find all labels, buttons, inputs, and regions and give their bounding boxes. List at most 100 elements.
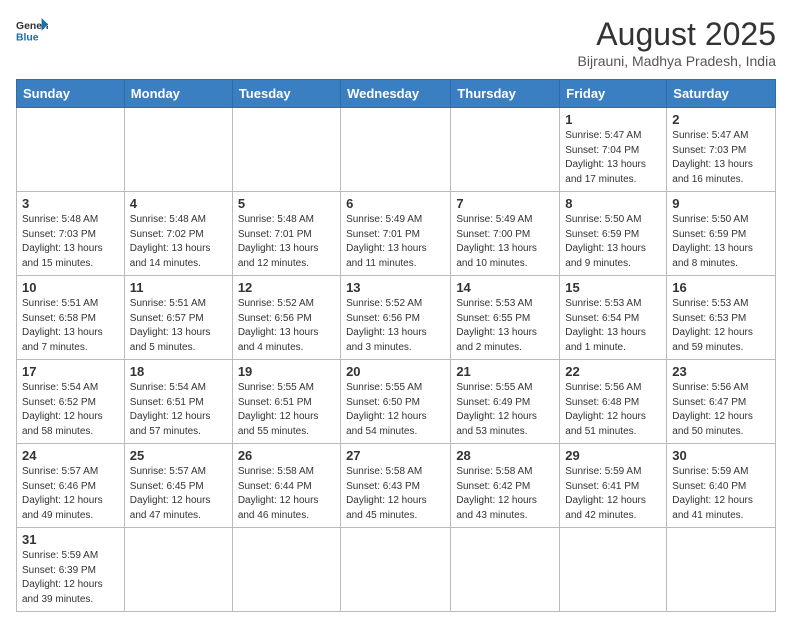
calendar-cell: 26 Sunrise: 5:58 AM Sunset: 6:44 PM Dayli… xyxy=(232,444,340,528)
day-info: Sunrise: 5:57 AM Sunset: 6:45 PM Dayligh… xyxy=(130,465,227,523)
week-row-4: 17 Sunrise: 5:54 AM Sunset: 6:52 PM Dayli… xyxy=(17,360,776,444)
calendar-cell: 1 Sunrise: 5:47 AM Sunset: 7:04 PM Daylig… xyxy=(560,108,667,192)
calendar-cell: 15 Sunrise: 5:53 AM Sunset: 6:54 PM Dayli… xyxy=(560,276,667,360)
calendar-cell: 10 Sunrise: 5:51 AM Sunset: 6:58 PM Dayli… xyxy=(17,276,125,360)
day-info: Sunrise: 5:54 AM Sunset: 6:51 PM Dayligh… xyxy=(130,381,227,439)
calendar-cell xyxy=(124,528,232,612)
day-info: Sunrise: 5:47 AM Sunset: 7:03 PM Dayligh… xyxy=(672,129,770,187)
calendar-cell: 4Sunrise: 5:48 AM Sunset: 7:02 PM Daylig… xyxy=(124,192,232,276)
day-info: Sunrise: 5:53 AM Sunset: 6:55 PM Dayligh… xyxy=(456,297,554,355)
calendar-cell xyxy=(451,528,560,612)
calendar-cell: 21 Sunrise: 5:55 AM Sunset: 6:49 PM Dayli… xyxy=(451,360,560,444)
date-number: 21 xyxy=(456,364,554,379)
day-info: Sunrise: 5:55 AM Sunset: 6:50 PM Dayligh… xyxy=(346,381,445,439)
calendar-cell: 7Sunrise: 5:49 AM Sunset: 7:00 PM Daylig… xyxy=(451,192,560,276)
calendar-cell xyxy=(451,108,560,192)
calendar-cell xyxy=(667,528,776,612)
calendar-cell: 13 Sunrise: 5:52 AM Sunset: 6:56 PM Dayli… xyxy=(341,276,451,360)
calendar-cell: 29 Sunrise: 5:59 AM Sunset: 6:41 PM Dayli… xyxy=(560,444,667,528)
day-info: Sunrise: 5:49 AM Sunset: 7:01 PM Dayligh… xyxy=(346,213,445,271)
date-number: 20 xyxy=(346,364,445,379)
weekday-header-monday: Monday xyxy=(124,80,232,108)
day-info: Sunrise: 5:59 AM Sunset: 6:39 PM Dayligh… xyxy=(22,549,119,607)
day-info: Sunrise: 5:53 AM Sunset: 6:53 PM Dayligh… xyxy=(672,297,770,355)
day-info: Sunrise: 5:54 AM Sunset: 6:52 PM Dayligh… xyxy=(22,381,119,439)
day-info: Sunrise: 5:58 AM Sunset: 6:44 PM Dayligh… xyxy=(238,465,335,523)
weekday-header-wednesday: Wednesday xyxy=(341,80,451,108)
calendar-cell: 27 Sunrise: 5:58 AM Sunset: 6:43 PM Dayli… xyxy=(341,444,451,528)
calendar-cell: 28 Sunrise: 5:58 AM Sunset: 6:42 PM Dayli… xyxy=(451,444,560,528)
day-info: Sunrise: 5:49 AM Sunset: 7:00 PM Dayligh… xyxy=(456,213,554,271)
date-number: 13 xyxy=(346,280,445,295)
date-number: 5 xyxy=(238,196,335,211)
day-info: Sunrise: 5:52 AM Sunset: 6:56 PM Dayligh… xyxy=(238,297,335,355)
calendar-cell: 6Sunrise: 5:49 AM Sunset: 7:01 PM Daylig… xyxy=(341,192,451,276)
calendar-cell: 19Sunrise: 5:55 AM Sunset: 6:51 PM Dayli… xyxy=(232,360,340,444)
calendar-cell xyxy=(560,528,667,612)
calendar-cell: 16 Sunrise: 5:53 AM Sunset: 6:53 PM Dayli… xyxy=(667,276,776,360)
calendar-cell: 14Sunrise: 5:53 AM Sunset: 6:55 PM Dayli… xyxy=(451,276,560,360)
day-info: Sunrise: 5:48 AM Sunset: 7:01 PM Dayligh… xyxy=(238,213,335,271)
day-info: Sunrise: 5:58 AM Sunset: 6:42 PM Dayligh… xyxy=(456,465,554,523)
week-row-1: 1 Sunrise: 5:47 AM Sunset: 7:04 PM Daylig… xyxy=(17,108,776,192)
day-info: Sunrise: 5:52 AM Sunset: 6:56 PM Dayligh… xyxy=(346,297,445,355)
date-number: 29 xyxy=(565,448,661,463)
calendar-cell: 31 Sunrise: 5:59 AM Sunset: 6:39 PM Dayli… xyxy=(17,528,125,612)
day-info: Sunrise: 5:56 AM Sunset: 6:47 PM Dayligh… xyxy=(672,381,770,439)
day-info: Sunrise: 5:55 AM Sunset: 6:49 PM Dayligh… xyxy=(456,381,554,439)
calendar-title: August 2025 xyxy=(578,16,776,53)
calendar-cell: 2Sunrise: 5:47 AM Sunset: 7:03 PM Daylig… xyxy=(667,108,776,192)
date-number: 30 xyxy=(672,448,770,463)
calendar-cell xyxy=(17,108,125,192)
weekday-header-tuesday: Tuesday xyxy=(232,80,340,108)
date-number: 10 xyxy=(22,280,119,295)
calendar-cell: 22Sunrise: 5:56 AM Sunset: 6:48 PM Dayli… xyxy=(560,360,667,444)
day-info: Sunrise: 5:58 AM Sunset: 6:43 PM Dayligh… xyxy=(346,465,445,523)
date-number: 26 xyxy=(238,448,335,463)
logo-icon: General Blue xyxy=(16,16,48,44)
calendar-cell: 9Sunrise: 5:50 AM Sunset: 6:59 PM Daylig… xyxy=(667,192,776,276)
calendar-cell: 5 Sunrise: 5:48 AM Sunset: 7:01 PM Daylig… xyxy=(232,192,340,276)
date-number: 16 xyxy=(672,280,770,295)
week-row-3: 10 Sunrise: 5:51 AM Sunset: 6:58 PM Dayli… xyxy=(17,276,776,360)
logo: General Blue xyxy=(16,16,48,44)
day-info: Sunrise: 5:51 AM Sunset: 6:58 PM Dayligh… xyxy=(22,297,119,355)
calendar-cell: 18 Sunrise: 5:54 AM Sunset: 6:51 PM Dayli… xyxy=(124,360,232,444)
day-info: Sunrise: 5:50 AM Sunset: 6:59 PM Dayligh… xyxy=(565,213,661,271)
calendar-cell xyxy=(341,108,451,192)
weekday-header-friday: Friday xyxy=(560,80,667,108)
week-row-2: 3Sunrise: 5:48 AM Sunset: 7:03 PM Daylig… xyxy=(17,192,776,276)
calendar-subtitle: Bijrauni, Madhya Pradesh, India xyxy=(578,53,776,69)
date-number: 24 xyxy=(22,448,119,463)
date-number: 18 xyxy=(130,364,227,379)
calendar-cell xyxy=(341,528,451,612)
date-number: 23 xyxy=(672,364,770,379)
date-number: 4 xyxy=(130,196,227,211)
date-number: 27 xyxy=(346,448,445,463)
date-number: 15 xyxy=(565,280,661,295)
date-number: 31 xyxy=(22,532,119,547)
day-info: Sunrise: 5:53 AM Sunset: 6:54 PM Dayligh… xyxy=(565,297,661,355)
weekday-header-row: SundayMondayTuesdayWednesdayThursdayFrid… xyxy=(17,80,776,108)
day-info: Sunrise: 5:57 AM Sunset: 6:46 PM Dayligh… xyxy=(22,465,119,523)
day-info: Sunrise: 5:47 AM Sunset: 7:04 PM Dayligh… xyxy=(565,129,661,187)
weekday-header-sunday: Sunday xyxy=(17,80,125,108)
calendar-cell xyxy=(232,528,340,612)
date-number: 17 xyxy=(22,364,119,379)
svg-text:Blue: Blue xyxy=(16,32,39,43)
calendar-cell xyxy=(232,108,340,192)
date-number: 11 xyxy=(130,280,227,295)
day-info: Sunrise: 5:59 AM Sunset: 6:40 PM Dayligh… xyxy=(672,465,770,523)
date-number: 19 xyxy=(238,364,335,379)
day-info: Sunrise: 5:51 AM Sunset: 6:57 PM Dayligh… xyxy=(130,297,227,355)
calendar-cell: 8 Sunrise: 5:50 AM Sunset: 6:59 PM Daylig… xyxy=(560,192,667,276)
day-info: Sunrise: 5:48 AM Sunset: 7:03 PM Dayligh… xyxy=(22,213,119,271)
day-info: Sunrise: 5:56 AM Sunset: 6:48 PM Dayligh… xyxy=(565,381,661,439)
day-info: Sunrise: 5:59 AM Sunset: 6:41 PM Dayligh… xyxy=(565,465,661,523)
date-number: 8 xyxy=(565,196,661,211)
date-number: 1 xyxy=(565,112,661,127)
calendar-cell: 20 Sunrise: 5:55 AM Sunset: 6:50 PM Dayli… xyxy=(341,360,451,444)
calendar-cell: 17 Sunrise: 5:54 AM Sunset: 6:52 PM Dayli… xyxy=(17,360,125,444)
calendar-cell xyxy=(124,108,232,192)
date-number: 28 xyxy=(456,448,554,463)
